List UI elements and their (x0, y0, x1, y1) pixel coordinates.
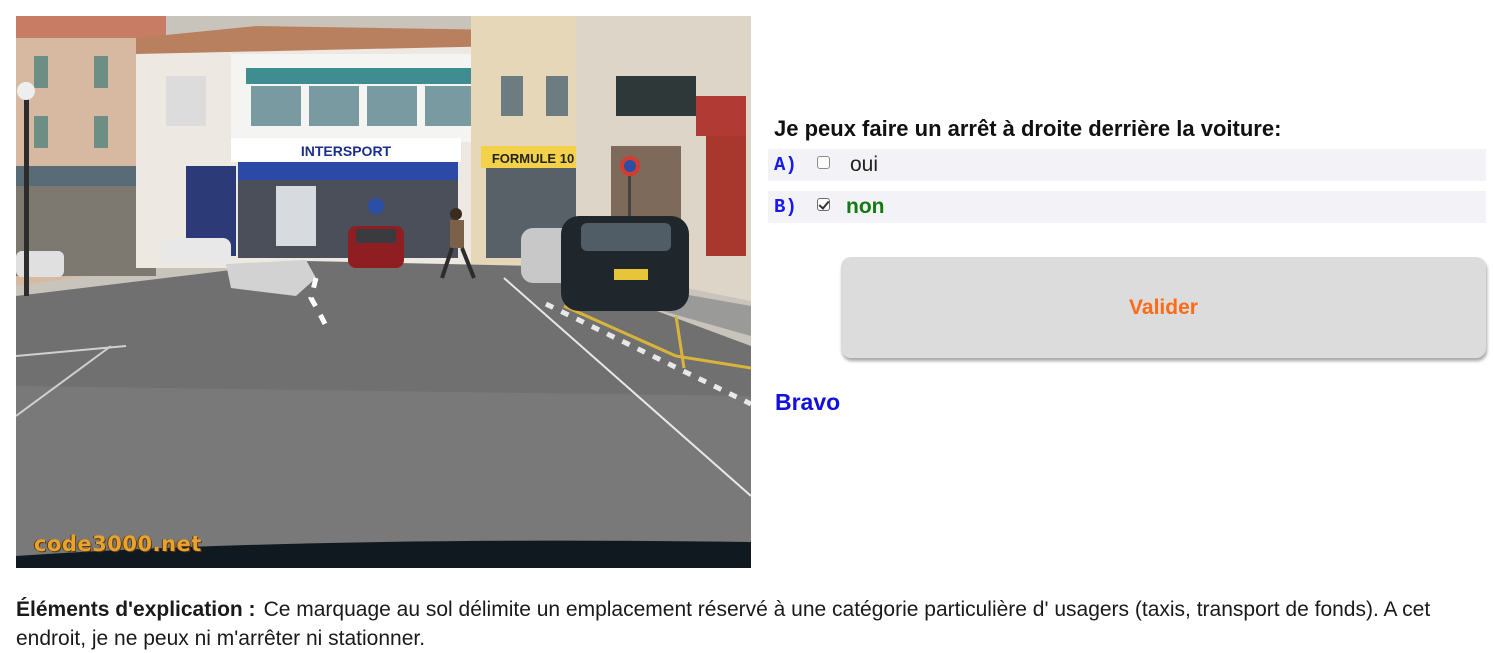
explanation-label: Éléments d'explication : (16, 598, 256, 621)
street-scene-illustration: INTERSPORT FORMULE 10 (16, 16, 751, 568)
svg-text:FORMULE 10: FORMULE 10 (492, 151, 574, 166)
svg-text:INTERSPORT: INTERSPORT (301, 143, 392, 159)
question-photo: INTERSPORT FORMULE 10 code3000.net (16, 16, 751, 568)
watermark-text: code3000.net (34, 532, 202, 556)
checkmark-icon (818, 197, 830, 210)
feedback-message: Bravo (775, 389, 841, 415)
answer-checkbox-a[interactable] (817, 155, 830, 169)
answer-option-b[interactable]: B) non (768, 191, 1486, 223)
question-text: Je peux faire un arrêt à droite derrière… (774, 116, 1282, 141)
explanation-block: Éléments d'explication : Ce marquage au s… (16, 595, 1436, 653)
answer-letter: A) (774, 154, 797, 176)
validate-button[interactable]: Valider (841, 257, 1486, 358)
answer-checkbox-b[interactable] (817, 197, 830, 211)
answer-option-a[interactable]: A) oui (768, 149, 1486, 181)
answer-letter: B) (774, 196, 797, 218)
answer-label[interactable]: non (846, 195, 884, 219)
answer-label[interactable]: oui (850, 153, 878, 177)
